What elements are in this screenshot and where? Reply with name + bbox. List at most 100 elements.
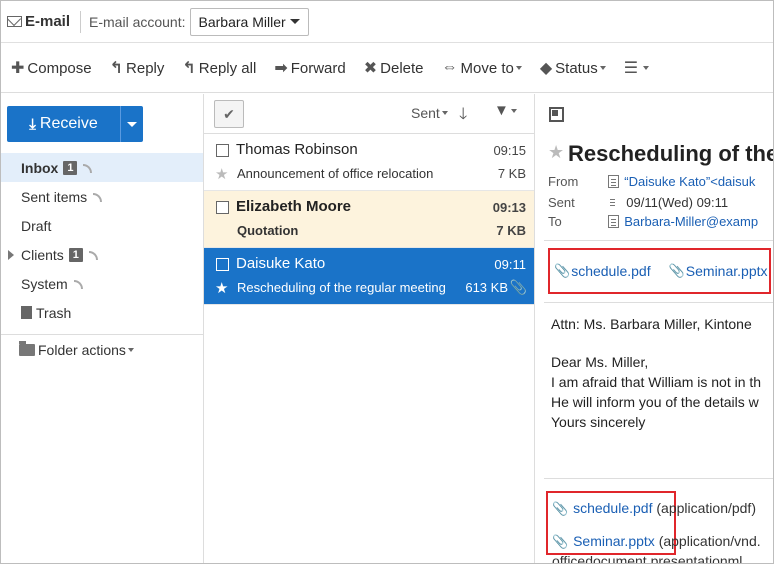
message-time: 09:13 (492, 200, 526, 215)
message-checkbox[interactable] (216, 144, 229, 157)
reply-label: Reply (126, 59, 165, 77)
trash-icon (21, 306, 32, 319)
folder-label: System (21, 275, 68, 292)
sent-label: Sent (548, 195, 575, 210)
filter-button[interactable]: ▼ (494, 102, 517, 119)
status-button[interactable]: ◆ Status (540, 58, 606, 78)
folder-sent-items[interactable]: Sent items (1, 182, 203, 211)
attachment-type: officedocument.presentationml (552, 553, 743, 564)
account-select-value: Barbara Miller (198, 13, 286, 30)
folder-clients[interactable]: Clients 1 (1, 240, 203, 269)
message-size: 7 KB (497, 166, 526, 181)
message-checkbox[interactable] (216, 201, 229, 214)
message-checkbox[interactable] (216, 258, 229, 271)
paperclip-icon: 📎 (668, 263, 685, 278)
app-title[interactable]: E-mail (1, 13, 70, 30)
star-icon[interactable]: ★ (215, 165, 228, 183)
delete-label: Delete (380, 59, 424, 77)
folder-label: Draft (21, 217, 52, 234)
forward-button[interactable]: ➡ Forward (274, 58, 345, 78)
plus-icon: ✚ (11, 60, 25, 77)
message-sender: Thomas Robinson (236, 141, 358, 158)
attachment-type-continued: officedocument.presentationml (552, 553, 743, 564)
sidebar: ⤓ Receive Inbox 1 Sent items Draft Clien… (1, 94, 204, 563)
reply-all-label: Reply all (198, 59, 257, 77)
star-icon[interactable]: ★ (215, 279, 228, 297)
attachment-link[interactable]: Seminar.pptx (686, 263, 768, 279)
message-row[interactable]: Thomas Robinson 09:15 ★ Announcement of … (204, 134, 534, 191)
folder-inbox[interactable]: Inbox 1 (1, 153, 203, 182)
from-address-link[interactable]: “Daisuke Kato”<daisuk (624, 174, 755, 189)
attachment-type: (application/vnd. (658, 533, 761, 549)
feed-icon (88, 251, 98, 260)
app-title-text: E-mail (25, 13, 71, 30)
attachment-list-item: 📎 schedule.pdf (application/pdf) (552, 500, 756, 517)
reply-button[interactable]: ↰ Reply (110, 58, 165, 78)
body-line: Yours sincerely (551, 414, 646, 430)
move-arrows-icon: ⇔ (441, 59, 458, 76)
app-header: E-mail E-mail account: Barbara Miller (1, 1, 773, 43)
expand-triangle-icon[interactable] (8, 250, 14, 260)
feed-icon (93, 193, 103, 202)
attachment-link[interactable]: Seminar.pptx (573, 533, 655, 549)
folder-label: Trash (36, 304, 72, 321)
filter-icon: ▼ (494, 102, 509, 119)
divider (544, 478, 773, 479)
receive-button[interactable]: ⤓ Receive (7, 106, 121, 142)
message-row[interactable]: Daisuke Kato 09:11 ★ Rescheduling of the… (204, 248, 534, 305)
unread-count-badge: 1 (63, 160, 78, 175)
paperclip-icon: 📎 (554, 263, 571, 278)
to-address-link[interactable]: Barbara-Miller@examp (624, 214, 758, 229)
message-time: 09:15 (493, 143, 526, 158)
account-select[interactable]: Barbara Miller (189, 7, 309, 36)
attachment-bar-highlight: 📎 schedule.pdf 📎 Seminar.pptx (548, 248, 771, 294)
feed-icon (83, 164, 93, 173)
folder-actions-menu[interactable]: Folder actions (19, 341, 134, 358)
unread-count-badge: 1 (68, 247, 83, 262)
sort-select[interactable]: Sent (411, 105, 448, 121)
contact-card-icon (607, 215, 619, 228)
folder-icon (19, 341, 35, 356)
move-to-button[interactable]: ⇔ Move to (442, 59, 522, 77)
body-line: He will inform you of the details w (551, 394, 759, 410)
folder-actions-label: Folder actions (38, 342, 126, 358)
folder-draft[interactable]: Draft (1, 211, 203, 240)
reading-pane: ★ Rescheduling of the From “Daisuke Kato… (536, 94, 773, 564)
reply-all-button[interactable]: ↰ Reply all (182, 58, 256, 78)
sort-direction-icon[interactable]: 🡓 (459, 103, 467, 130)
chevron-down-icon (643, 66, 650, 70)
attachment-link[interactable]: schedule.pdf (571, 263, 650, 279)
forward-label: Forward (290, 59, 346, 77)
message-row[interactable]: Elizabeth Moore 09:13 Quotation 7 KB (204, 191, 534, 248)
feed-icon (73, 280, 83, 289)
divider (544, 240, 773, 241)
folder-system[interactable]: System (1, 269, 203, 298)
attachment-link[interactable]: schedule.pdf (573, 500, 652, 516)
envelope-icon (7, 16, 22, 27)
star-icon[interactable]: ★ (548, 142, 564, 163)
compose-button[interactable]: ✚ Compose (11, 58, 92, 78)
delete-button[interactable]: ✖ Delete (364, 58, 424, 78)
message-size: 7 KB (496, 223, 526, 238)
email-app: E-mail E-mail account: Barbara Miller ✚ … (0, 0, 774, 564)
chevron-down-icon (599, 66, 606, 70)
paperclip-icon: 📎 (509, 279, 527, 295)
chevron-down-icon (127, 121, 137, 127)
message-body: Attn: Ms. Barbara Miller, Kintone Dear M… (551, 314, 761, 432)
more-menu-button[interactable]: ☰ (623, 58, 650, 78)
contact-card-icon (607, 175, 619, 188)
folder-trash[interactable]: Trash (1, 298, 203, 327)
sort-label: Sent (411, 105, 440, 121)
chevron-down-icon (510, 108, 517, 113)
folder-list: Inbox 1 Sent items Draft Clients 1 Syste… (1, 153, 203, 327)
message-sender: Elizabeth Moore (236, 198, 352, 215)
chevron-down-icon (127, 348, 134, 352)
receive-dropdown-button[interactable] (121, 106, 143, 142)
sent-date: 09/11(Wed) 09:11 (626, 195, 729, 210)
expand-pane-icon[interactable] (549, 107, 564, 122)
from-row: From “Daisuke Kato”<daisuk (548, 174, 755, 189)
forward-icon: ➡ (274, 60, 288, 77)
select-all-checkbox[interactable]: ✔ (214, 100, 244, 128)
body-line: I am afraid that William is not in th (551, 374, 762, 390)
list-menu-icon: ☰ (623, 60, 639, 77)
